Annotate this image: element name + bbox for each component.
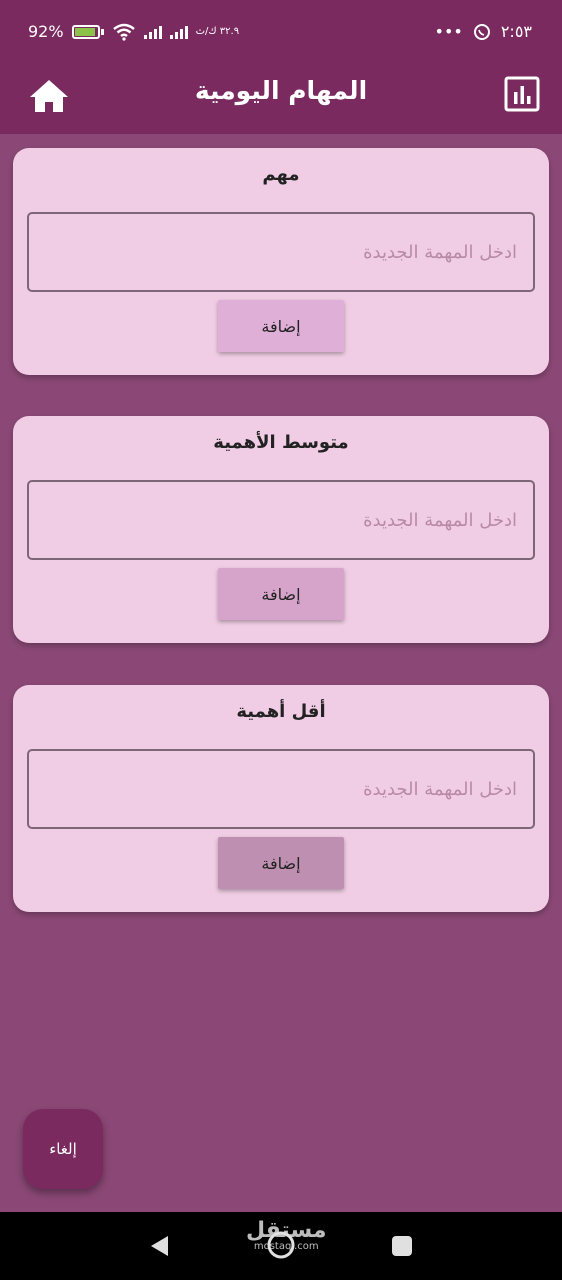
add-button[interactable]: إضافة [218,300,344,352]
battery-percent: 92% [28,22,64,41]
network-speed: ٣٢.٩ ك/ث [195,25,240,37]
status-bar: 92% ٣٢.٩ ك/ث ••• ٢:٥٣ [0,0,562,66]
card-medium-importance: متوسط الأهمية إضافة [13,416,549,643]
card-title: متوسط الأهمية [213,432,349,453]
signal-icon [143,25,162,39]
new-task-input[interactable] [27,480,535,560]
new-task-input[interactable] [27,749,535,829]
add-button[interactable]: إضافة [218,837,344,889]
more-notifications-icon: ••• [434,22,463,41]
whatsapp-icon [473,23,490,40]
recent-apps-icon[interactable] [392,1236,412,1256]
system-navigation-bar: مستقل mostaql.com [0,1212,562,1280]
clock: ٢:٥٣ [500,22,532,41]
status-left: 92% ٣٢.٩ ك/ث [28,22,239,41]
card-title: أقل أهمية [236,701,326,722]
new-task-input[interactable] [27,212,535,292]
add-button[interactable]: إضافة [218,568,344,620]
card-less-important: أقل أهمية إضافة [13,685,549,912]
bar-chart-icon [504,76,540,112]
card-important: مهم إضافة [13,148,549,375]
battery-icon [71,24,104,39]
page-title: المهام اليومية [194,76,368,105]
nav-home-icon[interactable] [266,1230,296,1260]
wifi-icon [112,23,135,41]
status-right: ••• ٢:٥٣ [435,22,532,41]
card-title: مهم [262,164,300,185]
app-bar: المهام اليومية [0,66,562,134]
signal-icon-2 [169,25,188,39]
back-icon[interactable] [148,1234,170,1258]
cancel-fab-button[interactable]: إلغاء [23,1109,103,1189]
statistics-button[interactable] [504,76,540,112]
